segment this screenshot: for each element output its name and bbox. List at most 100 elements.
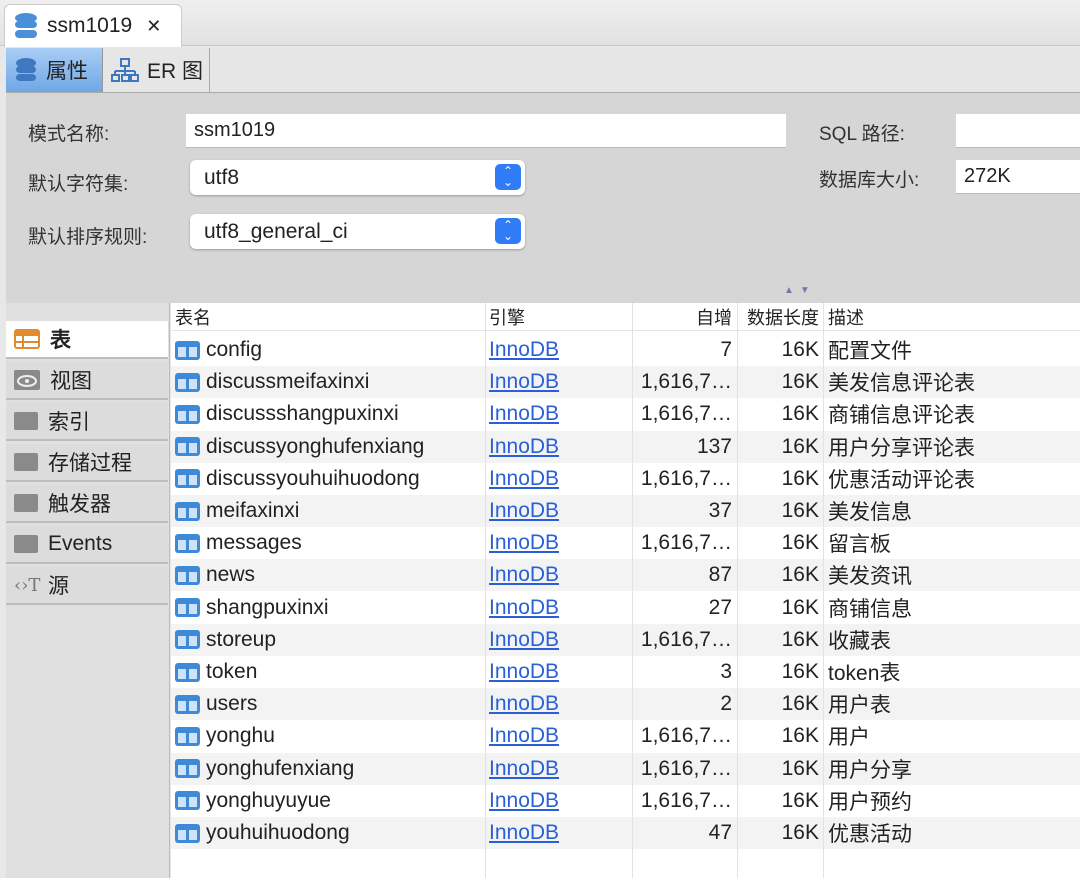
column-header-data-length[interactable]: 数据长度 <box>737 303 819 331</box>
column-header-auto-increment[interactable]: 自增 <box>632 303 732 331</box>
engine-link[interactable]: InnoDB <box>489 628 559 652</box>
table-row[interactable]: storeup InnoDB 1,616,7… 16K 收藏表 <box>171 623 1080 656</box>
table-row[interactable]: youhuihuodong InnoDB 47 16K 优惠活动 <box>171 817 1080 849</box>
description-cell: 用户分享评论表 <box>828 436 975 460</box>
table-row[interactable]: yonghu InnoDB 1,616,7… 16K 用户 <box>171 720 1080 752</box>
table-name-cell[interactable]: users <box>175 688 485 720</box>
engine-link[interactable]: InnoDB <box>489 370 559 394</box>
table-row[interactable]: discussyouhuihuodong InnoDB 1,616,7… 16K… <box>171 463 1080 495</box>
table-name-cell[interactable]: discussshangpuxinxi <box>175 398 485 430</box>
table-icon <box>175 404 200 424</box>
engine-link[interactable]: InnoDB <box>489 757 559 781</box>
tab-properties[interactable]: 属性 <box>6 48 103 92</box>
column-header-engine[interactable]: 引擎 <box>489 303 629 331</box>
sidebar-label: 存储过程 <box>48 452 132 475</box>
schema-name-input[interactable]: ssm1019 <box>186 114 786 148</box>
engine-link[interactable]: InnoDB <box>489 789 559 813</box>
engine-cell: InnoDB <box>489 688 629 720</box>
table-name-cell[interactable]: news <box>175 559 485 591</box>
table-name-cell[interactable]: youhuihuodong <box>175 817 485 849</box>
engine-link[interactable]: InnoDB <box>489 402 559 426</box>
engine-link[interactable]: InnoDB <box>489 660 559 684</box>
collation-select[interactable]: utf8_general_ci ⌃ ⌄ <box>190 214 525 249</box>
table-name-cell[interactable]: storeup <box>175 624 485 656</box>
data-length-cell: 16K <box>781 821 819 844</box>
table-row[interactable]: users InnoDB 2 16K 用户表 <box>171 688 1080 721</box>
engine-link[interactable]: InnoDB <box>489 435 559 459</box>
properties-form: 模式名称: ssm1019 默认字符集: utf8 ⌃ ⌄ 默认排序规则: utf8… <box>6 93 1080 303</box>
engine-link[interactable]: InnoDB <box>489 596 559 620</box>
auto-increment-cell: 27 <box>708 595 732 619</box>
table-name: users <box>206 692 258 716</box>
sidebar-item-source[interactable]: ‹›T 源 <box>6 567 168 605</box>
table-row[interactable]: discussshangpuxinxi InnoDB 1,616,7… 16K … <box>171 398 1080 430</box>
table-row[interactable]: config InnoDB 7 16K 配置文件 <box>171 334 1080 366</box>
table-name: messages <box>206 531 302 555</box>
tab-er-diagram[interactable]: ER 图 <box>103 48 210 92</box>
table-name-cell[interactable]: yonghufenxiang <box>175 753 485 785</box>
engine-link[interactable]: InnoDB <box>489 499 559 523</box>
data-length-cell: 16K <box>781 563 819 587</box>
database-icon <box>15 13 37 38</box>
close-icon[interactable]: ✕ <box>146 16 161 37</box>
engine-link[interactable]: InnoDB <box>489 563 559 587</box>
engine-cell: InnoDB <box>489 817 629 849</box>
table-row[interactable]: yonghufenxiang InnoDB 1,616,7… 16K 用户分享 <box>171 752 1080 785</box>
engine-cell: InnoDB <box>489 527 629 559</box>
engine-link[interactable]: InnoDB <box>489 531 559 555</box>
table-row[interactable]: news InnoDB 87 16K 美发资讯 <box>171 559 1080 592</box>
column-header-name[interactable]: 表名 <box>175 303 485 331</box>
sidebar-item-indexes[interactable]: 索引 <box>6 403 168 441</box>
table-row[interactable]: yonghuyuyue InnoDB 1,616,7… 16K 用户预约 <box>171 785 1080 817</box>
sidebar-label: 索引 <box>48 411 90 434</box>
charset-select[interactable]: utf8 ⌃ ⌄ <box>190 160 525 195</box>
sidebar-label: Events <box>48 532 113 555</box>
sidebar-item-tables[interactable]: 表 <box>6 321 168 359</box>
tab-title: ssm1019 <box>47 14 133 37</box>
table-name-cell[interactable]: discussmeifaxinxi <box>175 366 485 398</box>
sidebar-item-procedures[interactable]: 存储过程 <box>6 444 168 482</box>
engine-link[interactable]: InnoDB <box>489 692 559 716</box>
tab-ssm1019[interactable]: ssm1019 ✕ <box>4 4 182 47</box>
sidebar-label: 源 <box>48 575 69 598</box>
splitter-arrows-icon[interactable]: ▲▼ <box>784 285 816 296</box>
table-row[interactable]: discussmeifaxinxi InnoDB 1,616,7… 16K 美发… <box>171 366 1080 399</box>
table-name: discussmeifaxinxi <box>206 370 370 394</box>
table-row[interactable]: discussyonghufenxiang InnoDB 137 16K 用户分… <box>171 430 1080 463</box>
data-length-cell: 16K <box>781 499 819 522</box>
description-cell: 用户预约 <box>828 790 912 814</box>
table-row[interactable]: meifaxinxi InnoDB 37 16K 美发信息 <box>171 495 1080 527</box>
auto-increment-cell: 1,616,7… <box>640 627 732 651</box>
table-name-cell[interactable]: messages <box>175 527 485 559</box>
engine-link[interactable]: InnoDB <box>489 821 559 845</box>
table-name-cell[interactable]: discussyonghufenxiang <box>175 431 485 463</box>
sql-path-input[interactable] <box>956 114 1080 148</box>
table-row[interactable]: shangpuxinxi InnoDB 27 16K 商铺信息 <box>171 592 1080 624</box>
sidebar-item-events[interactable]: Events <box>6 526 168 564</box>
table-name-cell[interactable]: yonghu <box>175 720 485 752</box>
table-icon <box>175 726 200 746</box>
table-name-cell[interactable]: yonghuyuyue <box>175 785 485 817</box>
sql-path-label: SQL 路径: <box>819 124 905 145</box>
eye-icon <box>14 370 40 390</box>
table-name-cell[interactable]: token <box>175 656 485 688</box>
sidebar-item-views[interactable]: 视图 <box>6 362 168 400</box>
sidebar-item-triggers[interactable]: 触发器 <box>6 485 168 523</box>
table-name: yonghufenxiang <box>206 756 355 780</box>
table-name-cell[interactable]: meifaxinxi <box>175 495 485 527</box>
engine-link[interactable]: InnoDB <box>489 467 559 491</box>
column-header-description[interactable]: 描述 <box>828 303 1078 331</box>
auto-increment-cell: 7 <box>720 338 732 361</box>
auto-increment-cell: 1,616,7… <box>640 370 732 394</box>
table-row[interactable]: messages InnoDB 1,616,7… 16K 留言板 <box>171 527 1080 559</box>
table-name: youhuihuodong <box>206 821 350 844</box>
engine-link[interactable]: InnoDB <box>489 724 559 748</box>
table-name-cell[interactable]: shangpuxinxi <box>175 592 485 624</box>
table-header: 表名 引擎 自增 数据长度 描述 <box>171 303 1080 331</box>
table-row[interactable]: token InnoDB 3 16K token表 <box>171 656 1080 688</box>
table-name-cell[interactable]: config <box>175 334 485 366</box>
table-name: yonghu <box>206 724 275 748</box>
engine-link[interactable]: InnoDB <box>489 338 559 362</box>
table-name-cell[interactable]: discussyouhuihuodong <box>175 463 485 495</box>
sidebar-label: 视图 <box>50 370 92 393</box>
